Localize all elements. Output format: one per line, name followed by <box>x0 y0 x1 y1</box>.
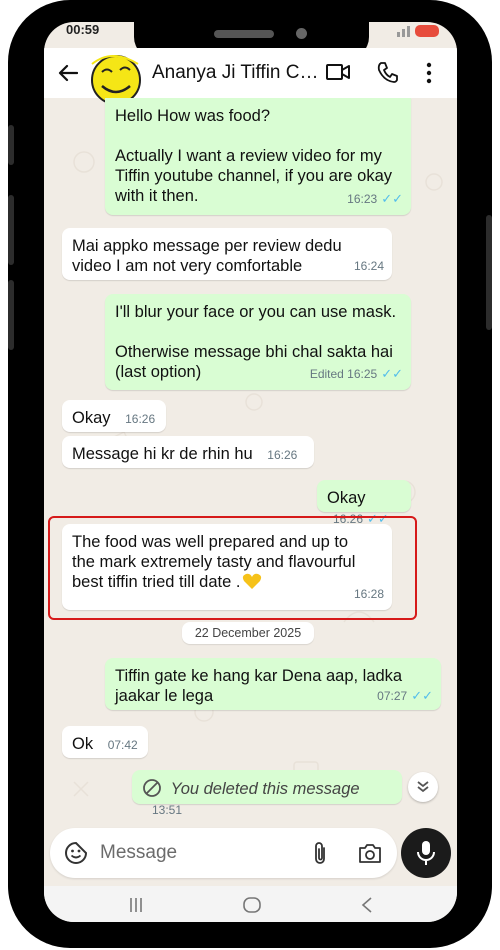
scroll-down-icon[interactable] <box>408 772 438 802</box>
message-time: 16:26 <box>125 412 156 426</box>
message-incoming[interactable]: Ok 07:42 <box>62 726 148 758</box>
emoji-icon[interactable] <box>64 841 88 865</box>
message-outgoing[interactable]: I'll blur your face or you can use mask.… <box>105 294 411 390</box>
read-receipt-icon: ✓✓ <box>381 366 403 381</box>
message-text: Actually I want a review video for my <box>115 147 382 165</box>
camera-icon[interactable] <box>358 842 382 864</box>
phone-call-icon[interactable] <box>376 61 398 83</box>
read-receipt-icon: ✓✓ <box>411 688 433 703</box>
home-nav-icon[interactable] <box>242 896 262 914</box>
attach-icon[interactable] <box>312 840 328 866</box>
power-button <box>486 215 492 330</box>
back-nav-icon[interactable] <box>360 896 374 914</box>
message-input[interactable]: Message <box>100 842 177 864</box>
message-text: Tiffin youtube channel, if you are okay <box>115 167 393 185</box>
android-nav-bar <box>44 886 457 922</box>
message-text: Okay <box>72 409 111 427</box>
message-time: 16:23 <box>347 192 378 206</box>
date-separator: 22 December 2025 <box>182 622 314 644</box>
message-time: 07:27 <box>377 689 408 703</box>
message-outgoing[interactable]: Okay 16:26 ✓✓ <box>317 480 411 526</box>
more-options-icon[interactable] <box>426 62 432 84</box>
message-time: 16:24 <box>353 259 384 273</box>
message-text: Mai appko message per review dedu <box>72 237 342 255</box>
message-incoming[interactable]: Mai appko message per review dedu video … <box>62 228 392 280</box>
video-call-icon[interactable] <box>326 63 350 81</box>
message-text: Tiffin gate ke hang kar Dena aap, ladka <box>115 667 403 685</box>
message-text: Hello How was food? <box>115 107 270 125</box>
volume-down-button <box>8 195 14 265</box>
side-button <box>8 280 14 350</box>
mic-icon <box>417 841 435 865</box>
deleted-message-text: You deleted this message <box>170 780 360 798</box>
recents-nav-icon[interactable] <box>128 897 144 913</box>
mic-button[interactable] <box>401 828 451 878</box>
message-text: Message hi kr de rhin hu <box>72 445 253 463</box>
signal-battery-icon <box>397 25 439 37</box>
deleted-icon <box>143 779 161 797</box>
message-deleted[interactable]: You deleted this message 13:51 <box>132 770 402 817</box>
volume-up-button <box>8 125 14 165</box>
contact-name[interactable]: Ananya Ji Tiffin C… <box>152 62 319 84</box>
message-time: Edited 16:25 <box>309 367 378 381</box>
message-incoming[interactable]: Okay 16:26 <box>62 400 166 432</box>
message-outgoing[interactable]: Tiffin gate ke hang kar Dena aap, ladka … <box>105 658 441 710</box>
message-text: I'll blur your face or you can use mask. <box>115 303 397 321</box>
message-text: Otherwise message bhi chal sakta hai <box>115 343 393 361</box>
message-text: Ok <box>72 735 94 753</box>
back-arrow-icon[interactable] <box>58 64 78 82</box>
message-time: 16:26 <box>267 448 298 462</box>
message-time: 07:42 <box>107 738 138 752</box>
chat-header: Ananya Ji Tiffin C… <box>44 48 457 105</box>
message-outgoing[interactable]: Hello How was food? Actually I want a re… <box>105 98 411 215</box>
message-text: video I am not very comfortable <box>72 257 303 275</box>
status-time: 00:59 <box>66 22 100 37</box>
screen: 00:59 Ananya Ji Tiffin C… Hello How was … <box>44 22 457 922</box>
message-time: 13:51 <box>152 803 183 817</box>
message-incoming[interactable]: Message hi kr de rhin hu 16:26 <box>62 436 314 468</box>
message-composer[interactable]: Message <box>50 828 397 878</box>
highlight-box <box>48 516 417 620</box>
message-text: Okay <box>327 489 366 507</box>
read-receipt-icon: ✓✓ <box>381 191 403 206</box>
message-list[interactable]: Hello How was food? Actually I want a re… <box>44 98 457 818</box>
